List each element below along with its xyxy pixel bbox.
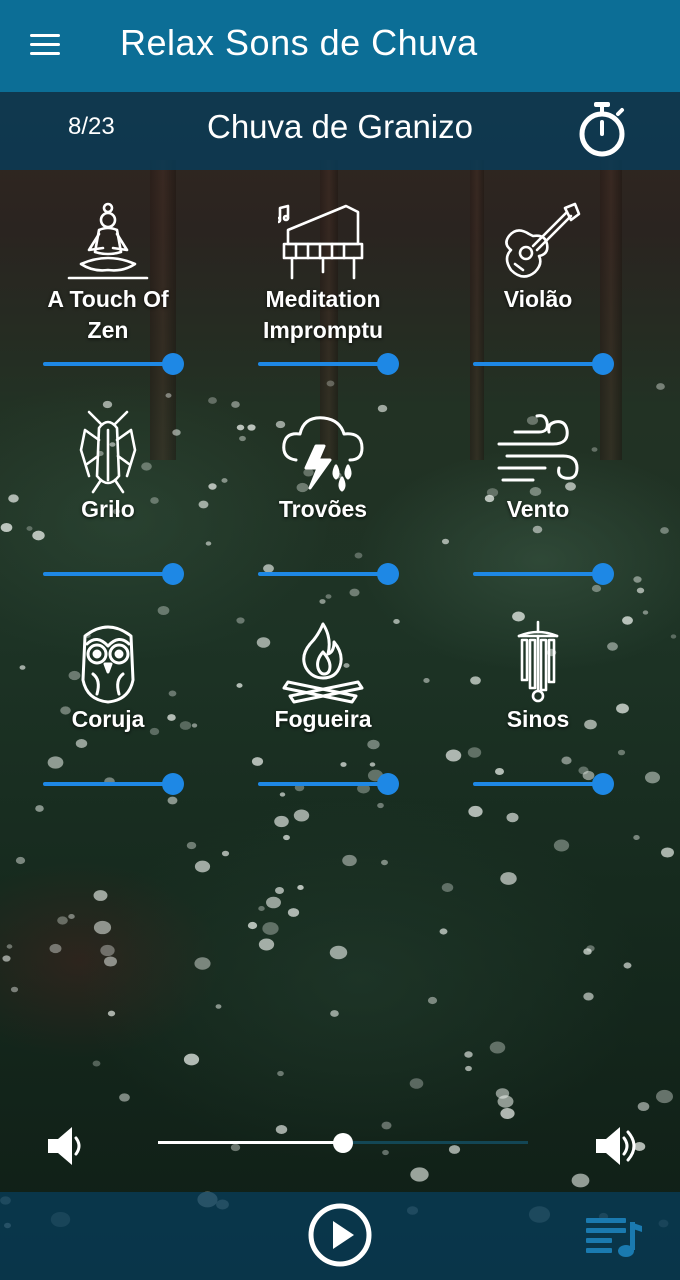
sound-label: Vento [506,496,570,522]
owl-icon [81,625,135,704]
playlist-button[interactable] [584,1214,644,1260]
sound-tile[interactable]: Meditation Impromptu [223,200,423,346]
sound-label: Coruja [71,706,145,732]
sound-label: Meditation Impromptu [262,286,384,343]
wind-icon [497,414,579,482]
sound-label: Fogueira [274,706,372,732]
volume-up-button[interactable] [594,1122,642,1170]
speaker-low-icon [48,1127,81,1165]
sound-volume-slider[interactable] [258,352,399,376]
sound-volume-slider[interactable] [258,772,399,796]
sound-label: Trovões [278,496,368,522]
cricket-icon [79,410,137,494]
speaker-high-icon [596,1127,636,1165]
sound-tile[interactable]: Violão [438,200,638,315]
sound-tile[interactable]: Trovões [223,410,423,525]
sound-label: Sinos [506,706,570,732]
piano-icon [278,204,364,280]
meditation-icon [67,202,149,280]
sound-tile[interactable]: Coruja [8,620,208,735]
play-icon [308,1203,372,1267]
sound-volume-slider[interactable] [473,352,614,376]
sound-volume-slider[interactable] [473,562,614,586]
sound-volume-slider[interactable] [473,772,614,796]
playlist-music-icon [586,1218,642,1257]
master-volume-slider[interactable] [158,1130,528,1156]
sound-volume-slider[interactable] [43,352,184,376]
sound-tile[interactable]: A Touch Of Zen [8,200,208,346]
sound-tile[interactable]: Vento [438,410,638,525]
timer-button[interactable] [576,100,628,158]
sound-label: A Touch Of Zen [47,286,169,343]
volume-down-button[interactable] [44,1122,92,1170]
sound-tile[interactable]: Grilo [8,410,208,525]
thunderstorm-icon [282,416,364,492]
guitar-icon [505,202,581,278]
sound-tile[interactable]: Fogueira [223,620,423,735]
campfire-icon [282,622,364,704]
sound-volume-slider[interactable] [258,562,399,586]
app-title: Relax Sons de Chuva [120,22,478,63]
sound-tile[interactable]: Sinos [438,620,638,735]
sound-volume-slider[interactable] [43,772,184,796]
sound-label: Violão [503,286,573,312]
stopwatch-icon [579,102,625,157]
sound-label: Grilo [81,496,135,522]
menu-button[interactable] [28,30,64,60]
sound-volume-slider[interactable] [43,562,184,586]
wind-chimes-icon [517,620,559,703]
play-button[interactable] [307,1202,373,1268]
